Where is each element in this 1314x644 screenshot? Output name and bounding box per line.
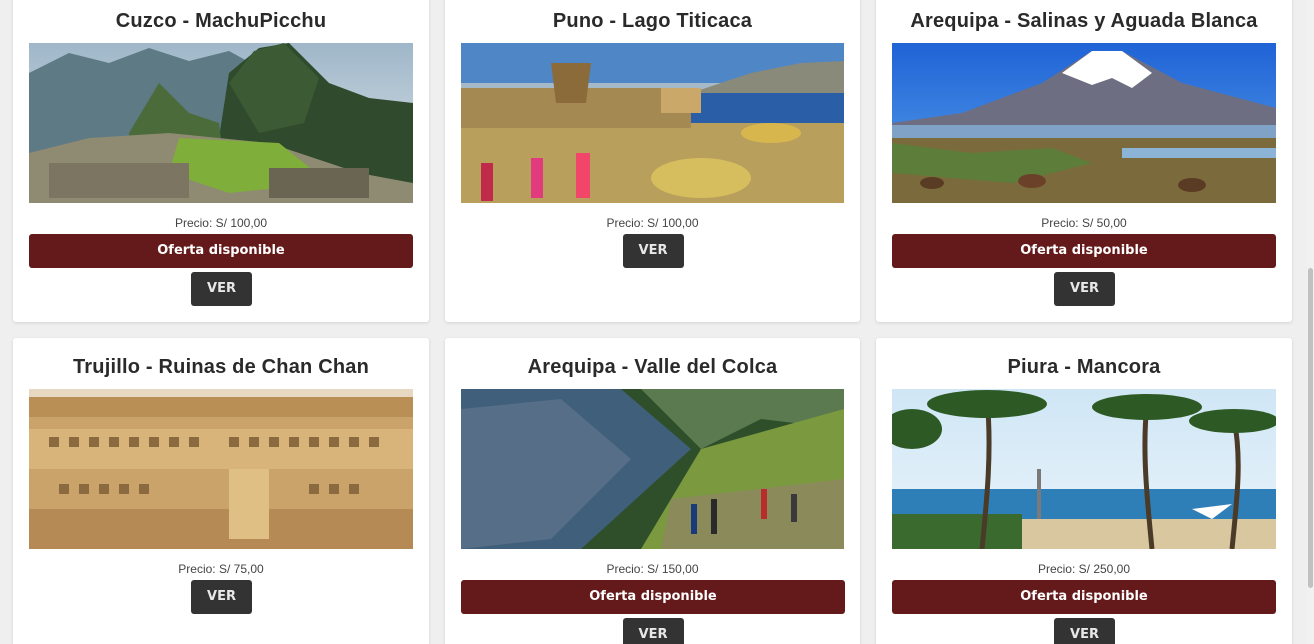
tour-card: Arequipa - Salinas y Aguada Blanca Preci…	[876, 0, 1292, 322]
lake-titicaca-photo[interactable]	[461, 43, 844, 203]
tour-grid-page: Cuzco - MachuPicchu Precio: S/ 100,00 Of…	[0, 0, 1314, 644]
tour-title: Arequipa - Salinas y Aguada Blanca	[910, 10, 1258, 32]
tour-price: Precio: S/ 150,00	[606, 562, 699, 576]
offer-available-banner: Oferta disponible	[29, 234, 413, 268]
offer-available-banner: Oferta disponible	[892, 234, 1276, 268]
tour-card: Arequipa - Valle del Colca Precio: S/ 15…	[445, 338, 860, 644]
offer-available-banner: Oferta disponible	[461, 580, 845, 614]
machu-picchu-photo[interactable]	[29, 43, 413, 203]
view-tour-button[interactable]: VER	[1054, 618, 1115, 644]
tour-title: Cuzco - MachuPicchu	[115, 10, 327, 32]
offer-available-banner: Oferta disponible	[892, 580, 1276, 614]
tour-price: Precio: S/ 75,00	[178, 562, 264, 576]
tour-price: Precio: S/ 100,00	[606, 216, 699, 230]
view-tour-button[interactable]: VER	[622, 618, 684, 644]
colca-valley-photo[interactable]	[461, 389, 844, 549]
tour-price: Precio: S/ 100,00	[174, 216, 268, 230]
tour-card: Puno - Lago Titicaca Precio: S/ 100,00 V…	[445, 0, 860, 322]
page-scrollbar[interactable]	[1307, 0, 1314, 644]
salinas-aguada-blanca-photo[interactable]	[892, 43, 1276, 203]
tour-title: Trujillo - Ruinas de Chan Chan	[72, 356, 370, 378]
view-tour-button[interactable]: VER	[191, 580, 252, 614]
tour-title: Arequipa - Valle del Colca	[527, 356, 778, 378]
mancora-beach-photo[interactable]	[892, 389, 1276, 549]
tour-card: Cuzco - MachuPicchu Precio: S/ 100,00 Of…	[13, 0, 429, 322]
view-tour-button[interactable]: VER	[191, 272, 252, 306]
scrollbar-thumb[interactable]	[1308, 268, 1313, 588]
tour-card: Trujillo - Ruinas de Chan Chan Precio: S…	[13, 338, 429, 644]
view-tour-button[interactable]: VER	[1054, 272, 1115, 306]
tour-title: Piura - Mancora	[1007, 356, 1161, 378]
chan-chan-ruins-photo[interactable]	[29, 389, 413, 549]
tour-card: Piura - Mancora Precio: S/ 250,00 Oferta…	[876, 338, 1292, 644]
view-tour-button[interactable]: VER	[622, 234, 684, 268]
tour-title: Puno - Lago Titicaca	[552, 10, 753, 32]
tour-price: Precio: S/ 250,00	[1037, 562, 1131, 576]
tour-price: Precio: S/ 50,00	[1041, 216, 1127, 230]
